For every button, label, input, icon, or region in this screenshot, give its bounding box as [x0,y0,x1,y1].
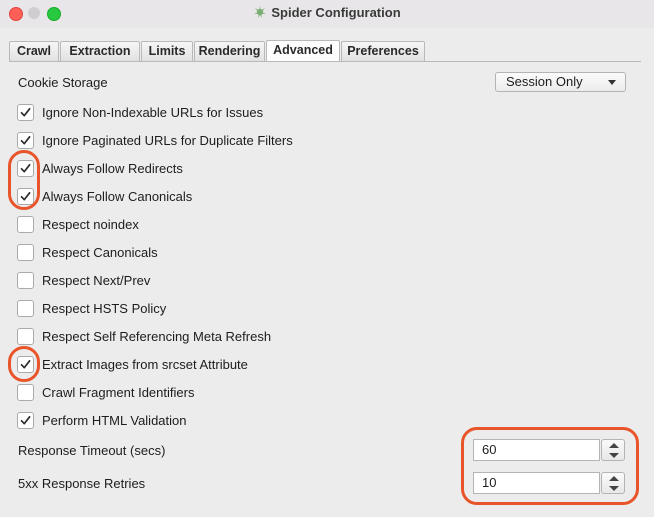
tab-extraction[interactable]: Extraction [60,41,140,61]
option-label: Respect HSTS Policy [42,301,167,316]
option-label: Extract Images from srcset Attribute [42,357,248,372]
option-label: Perform HTML Validation [42,413,187,428]
cookie-storage-select[interactable]: Session Only [495,72,626,92]
cookie-storage-label: Cookie Storage [18,75,108,90]
tab-advanced[interactable]: Advanced [266,40,340,62]
retries-label: 5xx Response Retries [18,476,146,491]
response-timeout-label: Response Timeout (secs) [18,443,166,458]
option-checkbox[interactable] [17,216,34,233]
option-label: Respect Self Referencing Meta Refresh [42,329,272,344]
cookie-storage-value: Session Only [506,74,583,89]
chevron-down-icon [608,80,616,85]
option-checkbox[interactable] [17,384,34,401]
option-checkbox[interactable] [17,104,34,121]
option-label: Crawl Fragment Identifiers [42,385,195,400]
option-label: Always Follow Canonicals [42,189,193,204]
option-checkbox[interactable] [17,272,34,289]
checkmark-icon [20,135,31,145]
option-checkbox[interactable] [17,328,34,345]
option-checkbox[interactable] [17,300,34,317]
option-label: Ignore Non-Indexable URLs for Issues [42,105,264,120]
option-label: Respect Next/Prev [42,273,151,288]
checkmark-icon [20,107,31,117]
option-checkbox[interactable] [17,132,34,149]
title-bar: Spider Configuration [0,0,654,28]
option-checkbox[interactable] [17,244,34,261]
checkmark-icon [20,415,31,425]
window-title-wrap: Spider Configuration [0,5,654,20]
annotation-redirect-canonicals [8,150,40,210]
tab-crawl[interactable]: Crawl [9,41,59,61]
tab-divider [9,61,641,62]
window-title: Spider Configuration [271,5,401,20]
option-label: Respect Canonicals [42,245,158,260]
option-label: Ignore Paginated URLs for Duplicate Filt… [42,133,293,148]
tab-rendering[interactable]: Rendering [194,41,265,61]
option-label: Always Follow Redirects [42,161,183,176]
tab-limits[interactable]: Limits [141,41,193,61]
annotation-srcset [8,346,40,382]
option-label: Respect noindex [42,217,139,232]
spider-leaf-icon [254,6,267,18]
option-checkbox[interactable] [17,412,34,429]
annotation-timeout-retries [461,427,639,505]
tab-preferences[interactable]: Preferences [341,41,425,61]
